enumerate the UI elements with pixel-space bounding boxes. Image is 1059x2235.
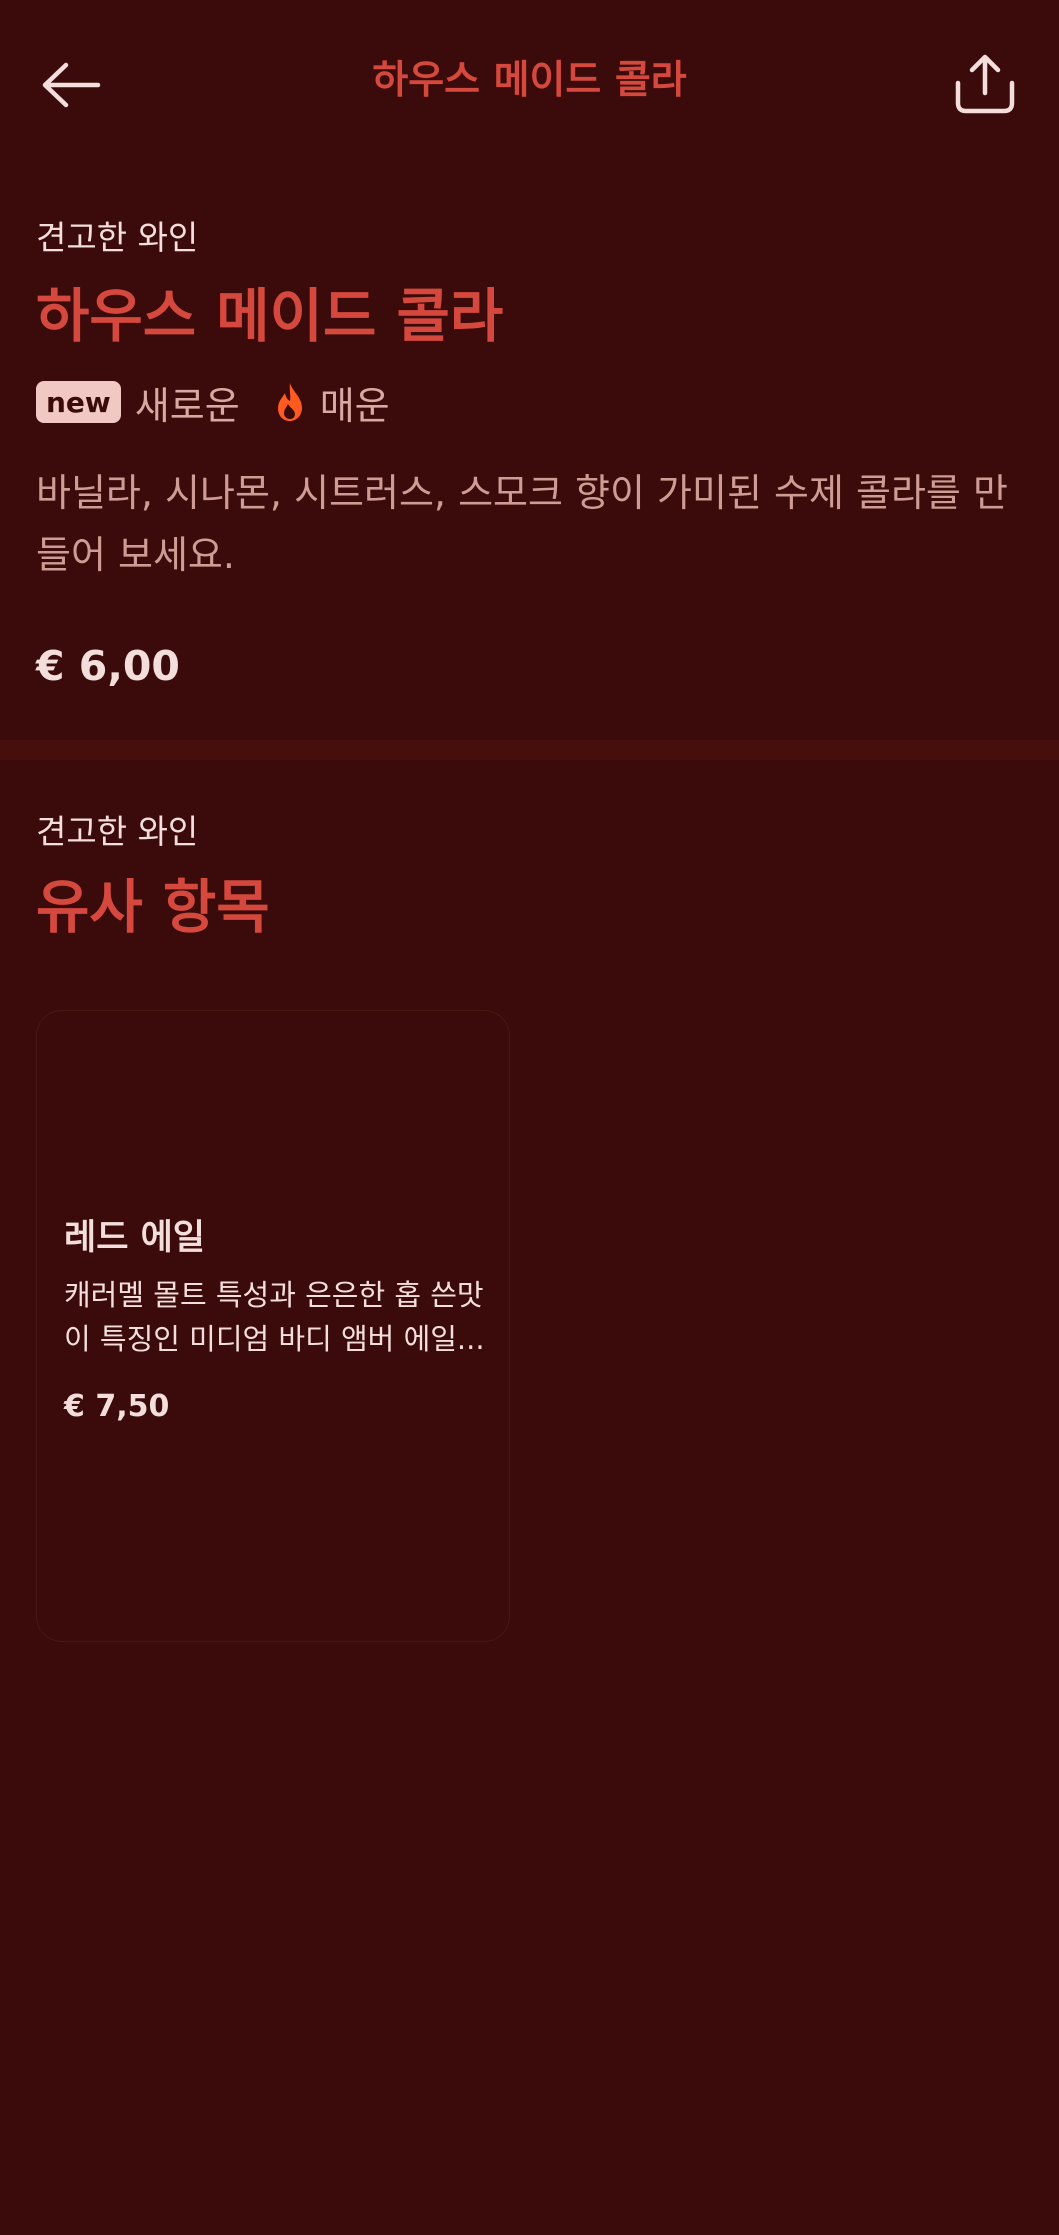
share-button[interactable] [947, 46, 1023, 122]
product-name: 하우스 메이드 콜라 [36, 282, 504, 350]
similar-section: 견고한 와인 유사 항목 [36, 810, 1026, 944]
card-name: 레드 에일 [64, 1218, 205, 1258]
product-description: 바닐라, 시나몬, 시트러스, 스모크 향이 가미된 수제 콜라를 만들어 보세… [36, 471, 1008, 577]
product-price: € 6,00 [36, 642, 180, 690]
product-detail-page: 하우스 메이드 콜라 견고한 와인 하우스 메이드 콜라 new 새로운 매운 … [0, 0, 1059, 2235]
product-category: 견고한 와인 [36, 218, 199, 257]
page-title: 하우스 메이드 콜라 [372, 58, 687, 103]
similar-category: 견고한 와인 [36, 812, 199, 851]
share-icon [955, 54, 1015, 114]
section-divider [0, 740, 1059, 760]
card-content: 레드 에일 캐러멜 몰트 특성과 은은한 홉 쓴맛이 특징인 미디엄 바디 앰버… [64, 1215, 489, 1427]
spicy-label: 매운 [319, 383, 390, 428]
similar-item-card[interactable]: 레드 에일 캐러멜 몰트 특성과 은은한 홉 쓴맛이 특징인 미디엄 바디 앰버… [36, 1010, 510, 1642]
card-price: € 7,50 [64, 1389, 170, 1424]
top-bar: 하우스 메이드 콜라 [0, 0, 1059, 160]
flame-icon [274, 381, 306, 423]
similar-title: 유사 항목 [36, 873, 270, 941]
new-label: 새로운 [134, 383, 240, 428]
product-section: 견고한 와인 하우스 메이드 콜라 new 새로운 매운 바닐라, 시나몬, 시… [36, 216, 1026, 694]
card-description: 캐러멜 몰트 특성과 은은한 홉 쓴맛이 특징인 미디엄 바디 앰버 에일... [64, 1278, 485, 1356]
new-badge: new [36, 381, 121, 423]
product-tags: new 새로운 매운 [36, 376, 1026, 428]
